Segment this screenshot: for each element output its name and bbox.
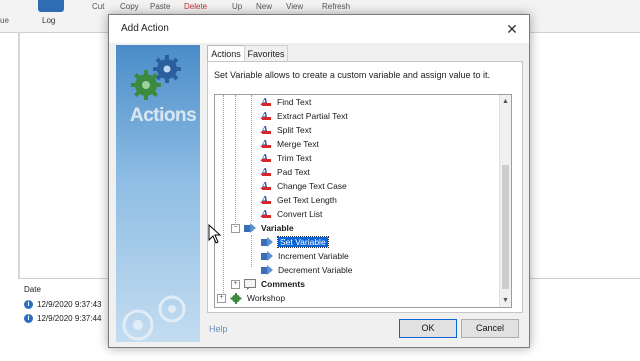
text-action-icon: A bbox=[261, 124, 272, 136]
tree-item-label: Find Text bbox=[277, 97, 312, 107]
info-icon: i bbox=[24, 313, 33, 323]
up-button[interactable]: Up bbox=[232, 2, 242, 11]
tree-item-label: Merge Text bbox=[277, 139, 319, 149]
delete-button[interactable]: Delete bbox=[184, 2, 207, 11]
cut-button[interactable]: Cut bbox=[92, 2, 104, 11]
text-action-icon: A bbox=[261, 152, 272, 164]
add-action-dialog: Add Action ✕ Actions Actions Favorites S… bbox=[108, 14, 530, 348]
tree-connector bbox=[223, 95, 224, 295]
gear-icon bbox=[230, 292, 242, 304]
close-button[interactable]: ✕ bbox=[503, 20, 521, 38]
action-description: Set Variable allows to create a custom v… bbox=[214, 70, 490, 80]
decorative-gears-icon bbox=[122, 295, 186, 341]
tree-item[interactable]: A Pad Text bbox=[261, 165, 310, 179]
scroll-up-arrow-icon[interactable]: ▲ bbox=[501, 97, 510, 106]
variable-icon bbox=[261, 264, 273, 275]
text-action-icon: A bbox=[261, 96, 272, 108]
text-action-icon: A bbox=[261, 138, 272, 150]
refresh-button[interactable]: Refresh bbox=[322, 2, 350, 11]
log-button[interactable]: Log bbox=[30, 0, 70, 30]
log-timestamp: 12/9/2020 9:37:44 bbox=[37, 313, 102, 323]
text-action-icon: A bbox=[261, 110, 272, 122]
cancel-button[interactable]: Cancel bbox=[461, 319, 519, 338]
tree-item[interactable]: A Convert List bbox=[261, 207, 322, 221]
log-timestamp: 12/9/2020 9:37:43 bbox=[37, 299, 102, 309]
actions-tab-panel: Set Variable allows to create a custom v… bbox=[207, 61, 523, 313]
tree-item-label: Trim Text bbox=[277, 153, 312, 163]
log-button-label: Log bbox=[42, 16, 56, 25]
variable-icon bbox=[261, 236, 273, 247]
tab-actions[interactable]: Actions bbox=[207, 45, 245, 62]
tree-connector bbox=[251, 235, 252, 267]
expand-expander[interactable]: + bbox=[231, 279, 240, 289]
help-link[interactable]: Help bbox=[209, 324, 228, 334]
tree-item[interactable]: A Get Text Length bbox=[261, 193, 337, 207]
log-column-header[interactable]: Date bbox=[24, 283, 41, 295]
text-action-icon: A bbox=[261, 166, 272, 178]
info-icon: i bbox=[24, 299, 33, 309]
text-action-icon: A bbox=[261, 208, 272, 220]
tree-item-label: Decrement Variable bbox=[278, 265, 353, 275]
log-icon bbox=[38, 0, 64, 12]
dialog-title: Add Action bbox=[121, 23, 169, 34]
tree-group-workshop[interactable]: + Workshop bbox=[217, 291, 285, 305]
tree-group-variable[interactable]: − Variable bbox=[231, 221, 294, 235]
copy-button[interactable]: Copy bbox=[120, 2, 139, 11]
variable-icon bbox=[244, 222, 256, 233]
tree-item-label: Get Text Length bbox=[277, 195, 337, 205]
tree-item[interactable]: A Split Text bbox=[261, 123, 311, 137]
text-action-icon: A bbox=[261, 180, 272, 192]
tree-item[interactable]: A Merge Text bbox=[261, 137, 319, 151]
tree-group-label: Workshop bbox=[247, 293, 286, 303]
tree-item-label: Convert List bbox=[277, 209, 323, 219]
tree-item-label: Split Text bbox=[277, 125, 312, 135]
collapse-expander[interactable]: − bbox=[231, 223, 240, 233]
tree-scrollbar[interactable]: ▲ ▼ bbox=[499, 95, 511, 307]
date-column-header: Date bbox=[24, 284, 41, 294]
tree-item[interactable]: A Trim Text bbox=[261, 151, 311, 165]
view-button[interactable]: View bbox=[286, 2, 303, 11]
paste-button[interactable]: Paste bbox=[150, 2, 170, 11]
tree-item-label: Extract Partial Text bbox=[277, 111, 348, 121]
tree-group-comments[interactable]: + Comments bbox=[231, 277, 305, 291]
close-icon: ✕ bbox=[506, 21, 518, 37]
side-panel-label: Actions bbox=[130, 105, 197, 126]
new-button[interactable]: New bbox=[256, 2, 272, 11]
tree-item-label: Pad Text bbox=[277, 167, 310, 177]
scrollbar-thumb[interactable] bbox=[502, 165, 509, 289]
tree-connector bbox=[251, 95, 252, 221]
log-row[interactable]: i 12/9/2020 9:37:43 bbox=[24, 298, 102, 310]
tree-item[interactable]: Increment Variable bbox=[261, 249, 349, 263]
mouse-cursor-icon bbox=[208, 224, 222, 244]
comment-icon bbox=[244, 278, 256, 290]
tree-item[interactable]: Decrement Variable bbox=[261, 263, 353, 277]
expand-expander[interactable]: + bbox=[217, 293, 226, 303]
log-row[interactable]: i 12/9/2020 9:37:44 bbox=[24, 312, 102, 324]
actions-tree[interactable]: A Find Text A Extract Partial Text A Split … bbox=[214, 94, 512, 308]
tree-item-selected[interactable]: Set Variable bbox=[261, 235, 329, 249]
tab-favorites[interactable]: Favorites bbox=[244, 45, 288, 62]
tree-item-label: Set Variable bbox=[277, 236, 329, 248]
tree-group-label: Comments bbox=[261, 279, 305, 289]
side-panel: Actions bbox=[116, 45, 200, 342]
ok-button[interactable]: OK bbox=[399, 319, 457, 338]
scroll-down-arrow-icon[interactable]: ▼ bbox=[501, 296, 510, 305]
tree-item[interactable]: A Change Text Case bbox=[261, 179, 347, 193]
tree-item[interactable]: A Find Text bbox=[261, 95, 311, 109]
tree-item-label: Increment Variable bbox=[278, 251, 349, 261]
dialog-titlebar[interactable]: Add Action ✕ bbox=[109, 15, 529, 43]
tree-group-label: Variable bbox=[261, 223, 294, 233]
gears-logo-icon bbox=[131, 55, 181, 100]
text-action-icon: A bbox=[261, 194, 272, 206]
toolbar-fragment-label: ue bbox=[0, 16, 9, 25]
tree-connector bbox=[235, 95, 236, 233]
tree-item-label: Change Text Case bbox=[277, 181, 347, 191]
tree-item[interactable]: A Extract Partial Text bbox=[261, 109, 348, 123]
left-pane-divider bbox=[18, 32, 20, 280]
variable-icon bbox=[261, 250, 273, 261]
